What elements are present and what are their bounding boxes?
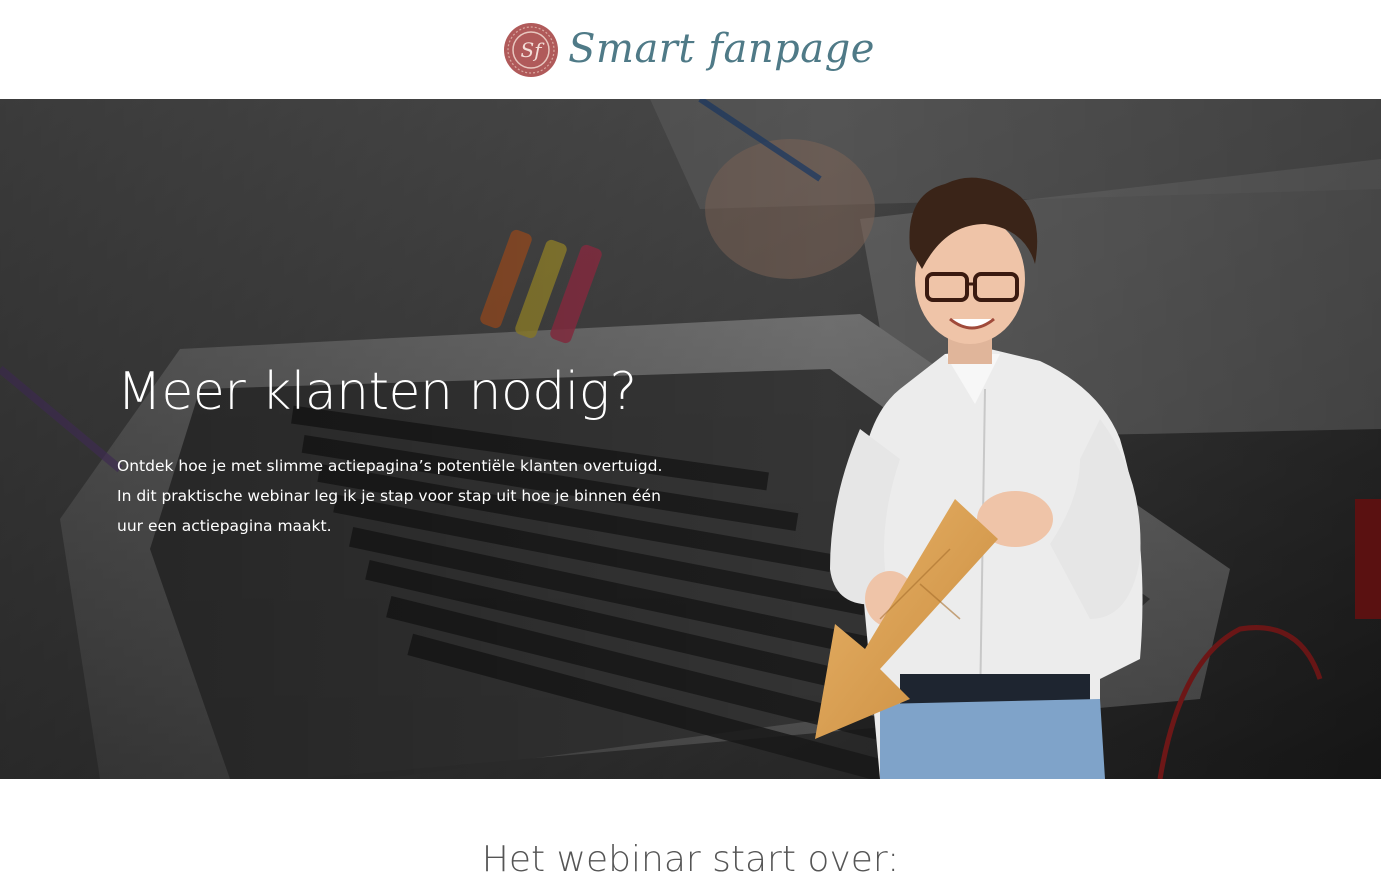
hero-description: Ontdek hoe je met slimme actiepagina’s p… xyxy=(117,457,663,535)
countdown-title: Het webinar start over: xyxy=(481,839,900,880)
hero-background-image xyxy=(0,99,1381,779)
logo-badge-text: Sf xyxy=(521,38,546,62)
site-header: Sf Smart fanpage xyxy=(0,0,1381,99)
hero-section: Meer klanten nodig? Ontdek hoe je met sl… xyxy=(0,99,1381,779)
logo-text: Smart fanpage xyxy=(568,25,875,72)
logo-badge-icon: Sf xyxy=(504,22,559,77)
hero-title: Meer klanten nodig? xyxy=(117,362,637,422)
logo[interactable]: Sf Smart fanpage xyxy=(502,21,875,79)
